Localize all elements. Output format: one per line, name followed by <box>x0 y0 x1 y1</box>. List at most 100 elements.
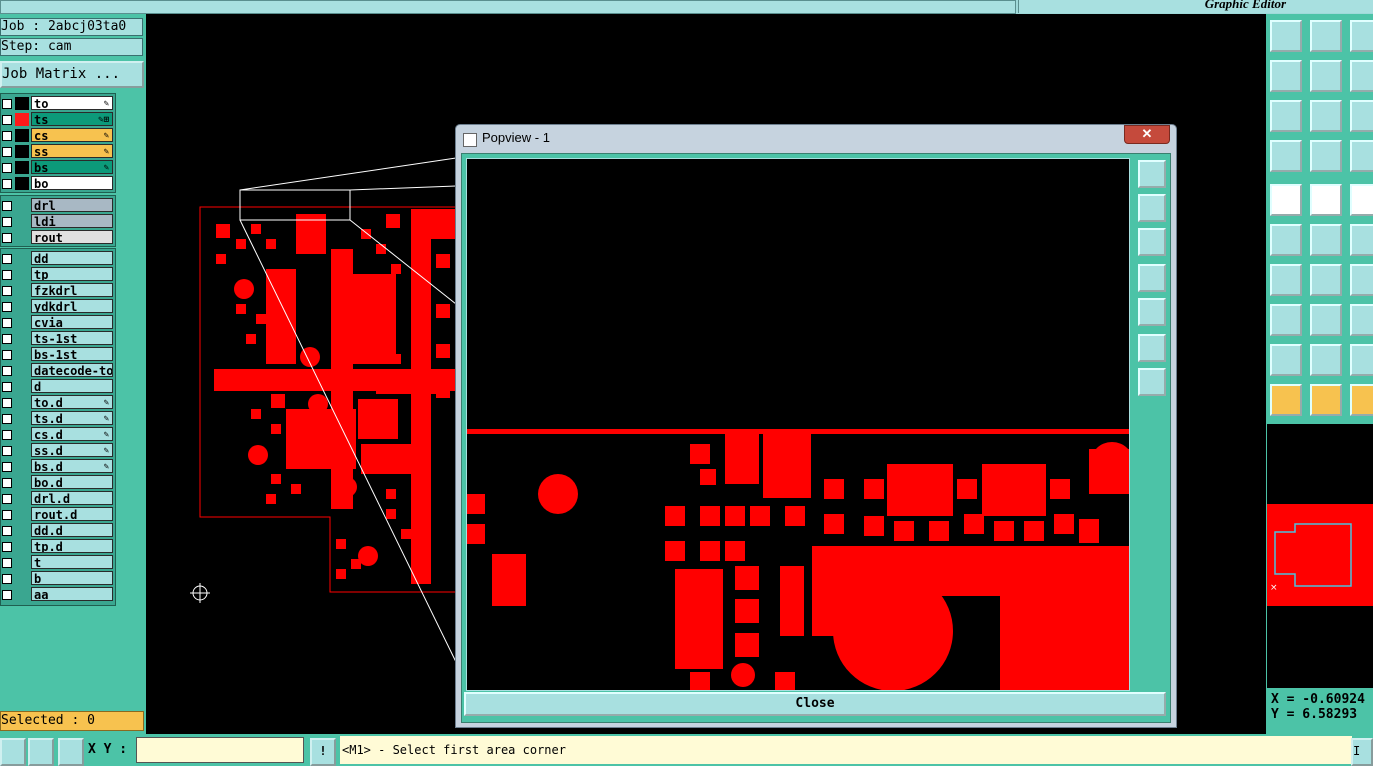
layer-row-ss[interactable]: ss ✎ <box>1 144 115 159</box>
layer-row-drl[interactable]: drl <box>1 198 115 213</box>
popview-window[interactable]: Popview - 1 ✕ Close <box>455 124 1177 728</box>
layer-name[interactable]: dd <box>31 251 113 265</box>
net-icon[interactable] <box>1350 140 1373 172</box>
select-poly-icon[interactable] <box>1350 384 1373 416</box>
fit-height-icon[interactable] <box>1270 100 1302 132</box>
layer-row-rout[interactable]: rout <box>1 230 115 245</box>
layer-checkbox[interactable] <box>2 115 12 125</box>
job-matrix-button[interactable]: Job Matrix ... <box>0 61 144 88</box>
layer-row-ts-1st[interactable]: ts-1st <box>1 331 115 346</box>
layer-name[interactable]: bs ✎ <box>31 160 113 174</box>
layer-name[interactable]: ss ✎ <box>31 144 113 158</box>
pv-move-right-icon[interactable] <box>1138 298 1166 326</box>
layer-checkbox[interactable] <box>2 382 12 392</box>
layer-row-bs.d[interactable]: bs.d ✎ <box>1 459 115 474</box>
layer-checkbox[interactable] <box>2 462 12 472</box>
layer-row-datecode-to[interactable]: datecode-to <box>1 363 115 378</box>
ruler-icon[interactable] <box>1350 184 1373 216</box>
mini-map[interactable]: × <box>1267 424 1373 688</box>
measure-icon[interactable] <box>1350 304 1373 336</box>
home-icon[interactable] <box>1350 20 1373 52</box>
layer-name[interactable]: rout <box>31 230 113 244</box>
layer-checkbox[interactable] <box>2 163 12 173</box>
triangle-icon[interactable] <box>1270 344 1302 376</box>
layer-name[interactable]: aa <box>31 587 113 601</box>
layer-name[interactable]: tp.d <box>31 539 113 553</box>
connect-icon[interactable] <box>1270 224 1302 256</box>
grid-icon[interactable] <box>58 738 84 766</box>
arc-icon[interactable] <box>1350 344 1373 376</box>
layer-checkbox[interactable] <box>2 350 12 360</box>
export-icon[interactable] <box>1270 20 1302 52</box>
scale-icon[interactable] <box>1350 100 1373 132</box>
move-left-icon[interactable] <box>1270 60 1302 92</box>
info-button[interactable]: I <box>1351 738 1373 766</box>
layer-name[interactable]: drl.d <box>31 491 113 505</box>
layer-row-aa[interactable]: aa <box>1 587 115 602</box>
layer-checkbox[interactable] <box>2 414 12 424</box>
line-icon[interactable] <box>1310 264 1342 296</box>
layer-row-ldi[interactable]: ldi <box>1 214 115 229</box>
layer-name[interactable]: ydkdrl <box>31 299 113 313</box>
layer-row-b[interactable]: b <box>1 571 115 586</box>
pointer-icon[interactable] <box>1270 384 1302 416</box>
layer-name[interactable]: tp <box>31 267 113 281</box>
layer-checkbox[interactable] <box>2 270 12 280</box>
move-right-icon[interactable] <box>1310 60 1342 92</box>
xy-input[interactable] <box>136 737 304 763</box>
pv-fit-icon[interactable] <box>1138 334 1166 362</box>
layer-row-to[interactable]: to ✎ <box>1 96 115 111</box>
layer-checkbox[interactable] <box>2 430 12 440</box>
layer-checkbox[interactable] <box>2 318 12 328</box>
layer-checkbox[interactable] <box>2 201 12 211</box>
hline-icon[interactable] <box>1310 304 1342 336</box>
layer-checkbox[interactable] <box>2 510 12 520</box>
snap-icon[interactable] <box>28 738 54 766</box>
layer-name[interactable]: b <box>31 571 113 585</box>
layer-checkbox[interactable] <box>2 366 12 376</box>
layer-name[interactable]: ts.d ✎ <box>31 411 113 425</box>
layer-checkbox[interactable] <box>2 398 12 408</box>
zoom-fit-icon[interactable] <box>1310 100 1342 132</box>
layer-name[interactable]: t <box>31 555 113 569</box>
layer-row-cs[interactable]: cs ✎ <box>1 128 115 143</box>
layer-row-drl.d[interactable]: drl.d <box>1 491 115 506</box>
layer-name[interactable]: cvia <box>31 315 113 329</box>
layer-row-fzkdrl[interactable]: fzkdrl <box>1 283 115 298</box>
layer-name[interactable]: drl <box>31 198 113 212</box>
layer-name[interactable]: bs.d ✎ <box>31 459 113 473</box>
layer-row-cs.d[interactable]: cs.d ✎ <box>1 427 115 442</box>
copy-pad-icon[interactable] <box>1270 304 1302 336</box>
angle-icon[interactable] <box>1270 264 1302 296</box>
layer-checkbox[interactable] <box>2 286 12 296</box>
layer-row-dd.d[interactable]: dd.d <box>1 523 115 538</box>
layer-row-ts.d[interactable]: ts.d ✎ <box>1 411 115 426</box>
pv-zoom-icon[interactable] <box>1138 368 1166 396</box>
layer-checkbox[interactable] <box>2 179 12 189</box>
layer-name[interactable]: rout.d <box>31 507 113 521</box>
layer-checkbox[interactable] <box>2 147 12 157</box>
zoom-line-icon[interactable] <box>0 738 26 766</box>
layer-name[interactable]: to.d ✎ <box>31 395 113 409</box>
import-icon[interactable] <box>1310 20 1342 52</box>
layer-row-d[interactable]: d <box>1 379 115 394</box>
layer-row-bo.d[interactable]: bo.d <box>1 475 115 490</box>
layer-checkbox[interactable] <box>2 131 12 141</box>
layer-row-dd[interactable]: dd <box>1 251 115 266</box>
layer-name[interactable]: cs ✎ <box>31 128 113 142</box>
pv-import-icon[interactable] <box>1138 228 1166 256</box>
select-box-icon[interactable] <box>1310 384 1342 416</box>
layer-row-ydkdrl[interactable]: ydkdrl <box>1 299 115 314</box>
layer-name[interactable]: dd.d <box>31 523 113 537</box>
layer-name[interactable]: ts ✎⊞ <box>31 112 113 126</box>
pad-icon[interactable] <box>1310 140 1342 172</box>
layer-checkbox[interactable] <box>2 334 12 344</box>
add-pad-icon[interactable] <box>1270 184 1302 216</box>
layer-checkbox[interactable] <box>2 590 12 600</box>
move-node-icon[interactable] <box>1350 224 1373 256</box>
layer-name[interactable]: datecode-to <box>31 363 113 377</box>
layer-checkbox[interactable] <box>2 99 12 109</box>
layer-name[interactable]: to ✎ <box>31 96 113 110</box>
layer-name[interactable]: ts-1st <box>31 331 113 345</box>
alert-icon[interactable]: ! <box>310 738 336 766</box>
